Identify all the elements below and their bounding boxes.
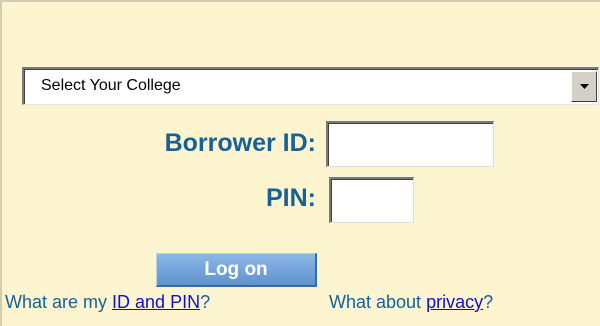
- id-help-prefix: What are my: [5, 292, 113, 312]
- id-and-pin-link[interactable]: ID and PIN: [112, 292, 200, 312]
- id-pin-help: What are my ID and PIN?: [5, 292, 210, 313]
- college-select-value: Select Your College: [41, 77, 181, 94]
- logon-button[interactable]: Log on: [156, 253, 317, 287]
- dropdown-button[interactable]: [571, 71, 597, 102]
- login-panel: Select Your College Borrower ID: PIN: Lo…: [0, 0, 600, 326]
- pin-input[interactable]: [329, 177, 414, 223]
- borrower-id-input[interactable]: [326, 121, 494, 167]
- privacy-help-suffix: ?: [483, 292, 494, 312]
- college-select[interactable]: Select Your College: [22, 67, 599, 105]
- pin-label: PIN:: [266, 184, 316, 212]
- borrower-id-label: Borrower ID:: [164, 129, 316, 157]
- privacy-link[interactable]: privacy: [426, 292, 483, 312]
- triangle-down-icon: [580, 84, 589, 89]
- privacy-help-prefix: What about: [329, 292, 427, 312]
- privacy-help: What about privacy?: [329, 292, 493, 313]
- id-help-suffix: ?: [200, 292, 211, 312]
